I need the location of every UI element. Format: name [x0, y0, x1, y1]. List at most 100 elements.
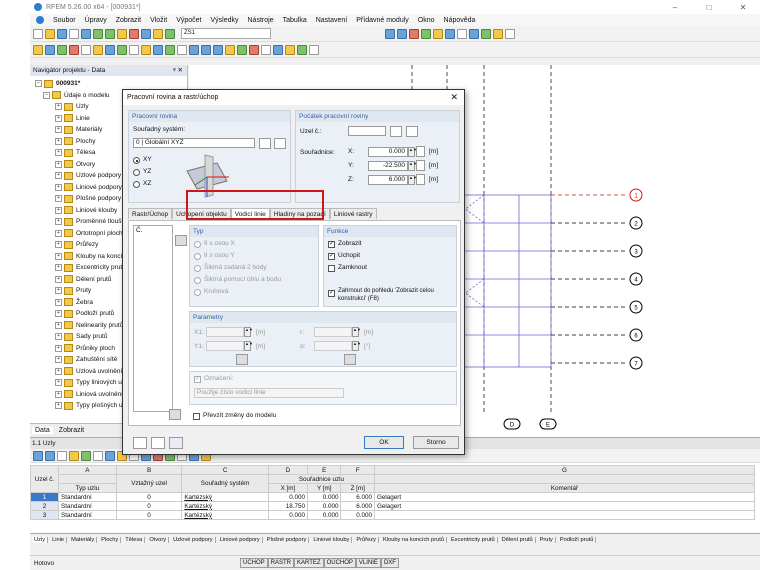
node-no-input[interactable] [348, 126, 386, 136]
guide-marker-2[interactable]: 2 [629, 216, 643, 230]
guide-marker-6[interactable]: 6 [629, 328, 643, 342]
move-icon[interactable] [117, 44, 127, 55]
sheet-tab[interactable]: Excentricity prutů [449, 536, 498, 543]
filter-icon[interactable] [469, 28, 479, 39]
table-cell[interactable]: 6.000 [340, 492, 375, 502]
origin-z-pick-icon[interactable] [416, 174, 425, 185]
tree-item[interactable]: – 000931* [33, 78, 187, 90]
app-menu-icon[interactable] [36, 16, 44, 24]
next-icon[interactable] [397, 28, 407, 39]
expand-icon[interactable]: + [55, 333, 62, 341]
expand-icon[interactable]: + [55, 310, 62, 318]
sheet-tab[interactable]: Uzly [32, 536, 49, 543]
table-cell[interactable]: 0 [115, 492, 183, 502]
param-y1-spinner[interactable]: ▲▼ [244, 341, 253, 351]
results-icon[interactable] [141, 28, 151, 39]
expand-icon[interactable]: + [55, 137, 62, 145]
table-cell[interactable]: 0.000 [306, 510, 342, 520]
coord-system-select[interactable]: 0 | Globální XYZ [133, 138, 255, 148]
deform-icon[interactable] [421, 28, 431, 39]
dimension-icon[interactable] [493, 28, 503, 39]
calc-icon[interactable] [129, 28, 139, 39]
table-cell[interactable]: 6.000 [340, 501, 375, 511]
table-cell[interactable]: Standardní [58, 492, 117, 502]
pick-point-2-icon[interactable] [344, 354, 356, 365]
type-y-radio[interactable] [194, 253, 201, 260]
origin-y-pick-icon[interactable] [416, 160, 425, 171]
radio-xy[interactable] [133, 157, 140, 164]
pick-point-1-icon[interactable] [236, 354, 248, 365]
table-row[interactable]: 3 Standardní 0 Kartézský 0.000 0.000 0.000 [30, 510, 755, 520]
expand-icon[interactable]: + [55, 367, 62, 375]
sheet-tab[interactable]: Dělení prutů [500, 536, 536, 543]
new-guide-icon[interactable] [175, 235, 187, 246]
menu-upravy[interactable]: Úpravy [85, 17, 107, 24]
member-icon[interactable] [57, 44, 67, 55]
load-icon[interactable] [93, 44, 103, 55]
expand-icon[interactable]: + [55, 390, 62, 398]
expand-icon[interactable]: + [55, 379, 62, 387]
table-tool-2-icon[interactable] [45, 450, 55, 461]
zoom-icon[interactable] [153, 44, 163, 55]
expand-icon[interactable]: + [55, 275, 62, 283]
apply-model-checkbox[interactable] [193, 413, 200, 420]
menu-tabulka[interactable]: Tabulka [283, 17, 307, 24]
table-cell[interactable]: Standardní [58, 510, 117, 520]
sheet-tab[interactable]: Plochy [99, 536, 122, 543]
measure-icon[interactable] [261, 44, 271, 55]
status-flag[interactable]: KARTEZ [294, 558, 324, 568]
table-cell[interactable] [374, 510, 755, 520]
expand-icon[interactable]: + [55, 160, 62, 168]
tab-liniove-rastry[interactable]: Liniové rastry [329, 208, 377, 219]
guide-lines-icon[interactable] [273, 44, 283, 55]
param-y1-input[interactable] [206, 341, 244, 351]
new-coord-system-icon[interactable] [259, 138, 271, 149]
status-flag[interactable]: OUCHOP [323, 558, 356, 568]
minimize-button[interactable]: – [658, 3, 692, 12]
param-r-spinner[interactable]: ▲▼ [352, 327, 361, 337]
sheet-tab[interactable]: Podloží prutů [558, 536, 597, 543]
table-tool-4-icon[interactable] [69, 450, 79, 461]
table-cell[interactable]: 2 [30, 501, 59, 511]
sheet-tab[interactable]: Materiály [69, 536, 98, 543]
origin-y-spinner[interactable]: ▲▼ [408, 161, 417, 171]
tab-rastr-uchop[interactable]: Rastr/Úchop [128, 208, 173, 219]
guide-marker-d[interactable]: D [503, 418, 521, 430]
table-cell[interactable]: Kartézský [181, 501, 269, 511]
select-icon[interactable] [117, 28, 127, 39]
settings-icon[interactable] [309, 44, 319, 55]
line-icon[interactable] [45, 44, 55, 55]
table-cell[interactable]: 0.000 [267, 510, 309, 520]
view-iso-icon[interactable] [177, 44, 187, 55]
help-icon-button[interactable] [133, 437, 147, 449]
pick-node-icon[interactable] [390, 126, 402, 137]
guide-marker-7[interactable]: 7 [629, 356, 643, 370]
table-cell[interactable]: 0 [115, 501, 183, 511]
label-select[interactable]: Použije číslo vodicí linie [194, 388, 344, 398]
menu-nastaveni[interactable]: Nastavení [316, 17, 348, 24]
table-cell[interactable]: 18.750 [267, 501, 309, 511]
view-x-icon[interactable] [189, 44, 199, 55]
expand-icon[interactable]: + [55, 229, 62, 237]
guide-list[interactable]: Č. [133, 225, 173, 412]
close-window-button[interactable]: ✕ [726, 3, 760, 12]
expand-icon[interactable]: + [55, 172, 62, 180]
redo-icon[interactable] [105, 28, 115, 39]
guide-marker-e[interactable]: E [539, 418, 557, 430]
expand-icon[interactable]: + [55, 218, 62, 226]
sheet-tab[interactable]: Liniové podpory [218, 536, 263, 543]
expand-icon[interactable]: + [55, 298, 62, 306]
table-tool-3-icon[interactable] [57, 450, 67, 461]
label-checkbox[interactable]: ✓ [194, 376, 201, 383]
param-r-input[interactable] [314, 327, 352, 337]
origin-x-spinner[interactable]: ▲▼ [408, 147, 417, 157]
render-icon[interactable] [481, 28, 491, 39]
expand-icon[interactable]: + [55, 344, 62, 352]
expand-icon[interactable]: + [55, 183, 62, 191]
expand-icon[interactable]: + [55, 206, 62, 214]
rotate-icon[interactable] [129, 44, 139, 55]
table-cell[interactable]: 0.000 [306, 501, 342, 511]
load-case-select[interactable]: ZS1 [181, 28, 271, 39]
status-flag[interactable]: VLINIE [355, 558, 381, 568]
type-circle-radio[interactable] [194, 289, 201, 296]
